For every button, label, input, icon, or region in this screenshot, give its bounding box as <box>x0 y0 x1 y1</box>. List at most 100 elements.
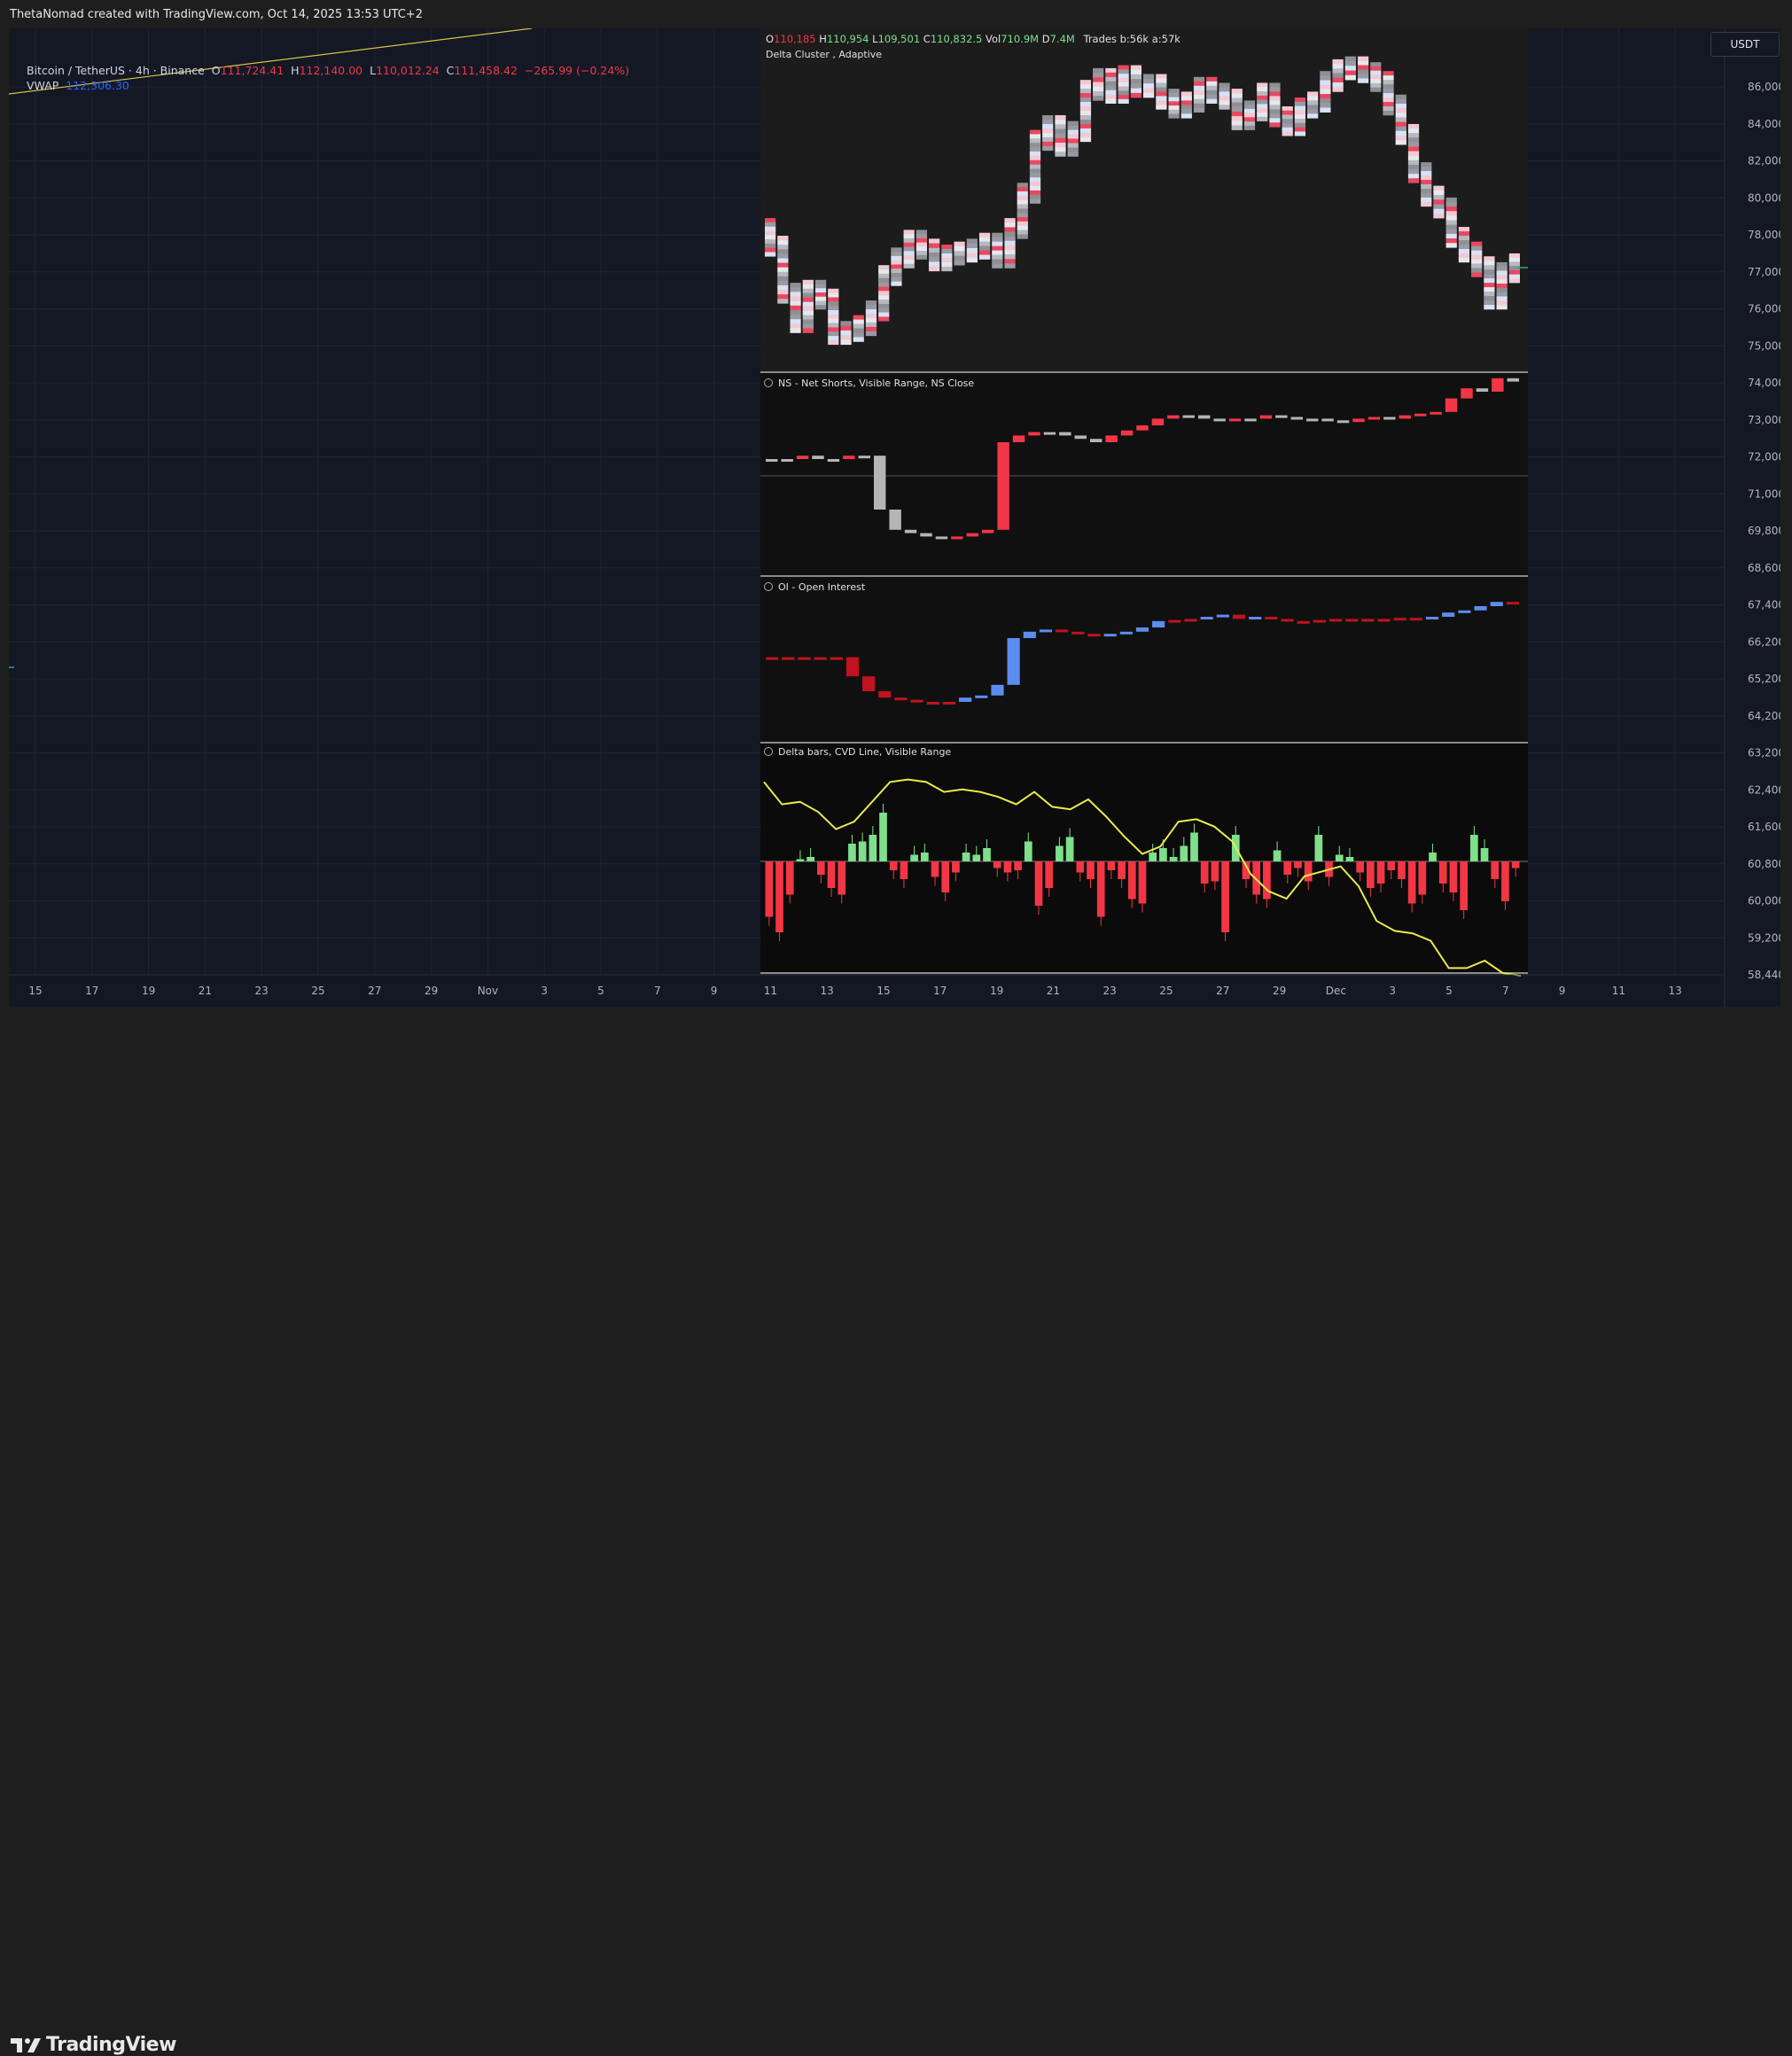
cluster-cell <box>814 284 827 289</box>
oi-bar <box>1152 620 1165 627</box>
ns-bar <box>1507 378 1519 382</box>
tradingview-logo[interactable]: TradingView <box>11 2034 176 2056</box>
cluster-cell <box>1484 269 1495 275</box>
cluster-cell <box>1496 270 1508 276</box>
cluster-cell <box>1042 132 1054 138</box>
cluster-cell <box>941 266 953 272</box>
oi-bar <box>959 697 972 702</box>
ns-bar <box>781 459 793 462</box>
cluster-cell <box>1357 69 1369 74</box>
cluster-cell <box>1055 152 1066 157</box>
oi-bar <box>1119 631 1133 635</box>
cluster-cell <box>891 276 902 282</box>
cluster-cell <box>1421 197 1432 203</box>
oi-bar <box>1232 614 1246 619</box>
cluster-cell <box>828 309 839 315</box>
cluster-cell <box>1344 74 1356 81</box>
cluster-cell <box>828 297 839 302</box>
cluster-cell <box>1067 125 1079 130</box>
chart-area[interactable]: O110,185 H110,954 L109,501 C110,832.5 Vo… <box>8 27 1792 1007</box>
cluster-cell <box>1332 73 1344 79</box>
price-label: 58,440.00 <box>1748 969 1780 981</box>
cluster-cell <box>1042 145 1054 152</box>
cluster-cell <box>1496 287 1508 292</box>
price-label: 77,000.00 <box>1748 266 1780 278</box>
cluster-cell <box>1370 82 1382 88</box>
cluster-cell <box>1168 97 1180 102</box>
cluster-cell <box>915 242 928 247</box>
oi-bar <box>1056 629 1069 633</box>
cluster-cell <box>1257 91 1268 97</box>
cluster-cell <box>1269 82 1281 88</box>
cluster-cell <box>1407 146 1420 152</box>
cluster-cell <box>1156 82 1167 88</box>
ns-pane-label: NS - Net Shorts, Visible Range, NS Close <box>778 378 974 389</box>
cluster-cell <box>1079 80 1092 85</box>
cluster-cell <box>1320 80 1331 85</box>
cluster-cell <box>903 246 915 252</box>
price-axis[interactable]: 86,000.00 84,000.00 82,000.00 80,000.00 78,0… <box>1724 28 1792 1007</box>
cluster-cell <box>828 306 839 311</box>
cluster-cell <box>1180 91 1192 97</box>
cluster-cell <box>777 267 789 273</box>
cluster-cell <box>1421 192 1432 199</box>
cluster-cell <box>1067 129 1079 135</box>
cluster-cell <box>1445 224 1457 230</box>
cluster-cell <box>1055 137 1066 144</box>
high-value: 112,140.00 <box>299 64 363 77</box>
cluster-cell <box>1130 65 1141 71</box>
cluster-cell <box>1257 87 1268 92</box>
cluster-cell <box>1484 261 1495 266</box>
cluster-cell <box>1067 138 1079 144</box>
cluster-cell <box>765 243 776 248</box>
price-label: 82,000.00 <box>1748 155 1780 167</box>
ns-bar <box>1136 425 1149 431</box>
cluster-cell <box>1421 179 1432 185</box>
cluster-cell <box>840 339 852 346</box>
chart-canvas[interactable]: O110,185 H110,954 L109,501 C110,832.5 Vo… <box>8 27 1792 1007</box>
cluster-cell <box>1180 113 1192 119</box>
cluster-cell <box>992 241 1003 246</box>
oi-bar <box>1103 634 1117 637</box>
ns-bar <box>1352 418 1365 423</box>
cluster-cell <box>1156 91 1167 97</box>
cluster-cell <box>1206 94 1218 100</box>
cluster-cell <box>1332 87 1344 92</box>
oi-bar <box>942 702 956 705</box>
cluster-cell <box>853 319 864 324</box>
ns-bar <box>1383 417 1396 420</box>
vwap-label[interactable]: VWAP <box>27 79 58 92</box>
cluster-cell <box>1017 234 1028 239</box>
ns-bar <box>1367 417 1381 420</box>
oi-bar <box>1313 619 1326 623</box>
cluster-cell <box>1193 90 1205 96</box>
cluster-cell <box>929 243 940 249</box>
cluster-cell <box>828 292 839 298</box>
ns-bar <box>1182 415 1195 418</box>
cluster-cell <box>1332 68 1344 74</box>
symbol-name[interactable]: Bitcoin / TetherUS · 4h · Binance <box>27 64 205 77</box>
time-axis[interactable]: 15 17 19 21 23 25 27 29 Nov 3 5 7 9 11 13 15 17 19 21 23 25 2… <box>9 974 1725 997</box>
cluster-cell <box>954 245 965 252</box>
oi-bar <box>1328 619 1343 622</box>
cluster-cell <box>1029 182 1041 187</box>
cluster-cell <box>1004 218 1016 223</box>
currency-button[interactable]: USDT <box>1710 32 1780 57</box>
cluster-cell <box>802 297 814 302</box>
cluster-cell <box>853 328 864 333</box>
cluster-cell <box>1206 98 1218 105</box>
cluster-cell <box>1079 102 1092 107</box>
time-label: 23 <box>1103 985 1117 997</box>
price-label: 73,000.00 <box>1748 414 1780 426</box>
cluster-cell <box>1471 263 1483 269</box>
cluster-cell <box>1344 56 1356 62</box>
cluster-cell <box>865 331 877 337</box>
ns-bar <box>1290 417 1303 420</box>
time-label: 21 <box>199 985 212 997</box>
cluster-cell <box>1079 128 1092 134</box>
cluster-cell <box>1320 71 1331 76</box>
cluster-cell <box>878 291 890 296</box>
cluster-cell <box>1407 160 1420 166</box>
cluster-cell <box>790 319 801 324</box>
cluster-cell <box>1219 96 1230 101</box>
